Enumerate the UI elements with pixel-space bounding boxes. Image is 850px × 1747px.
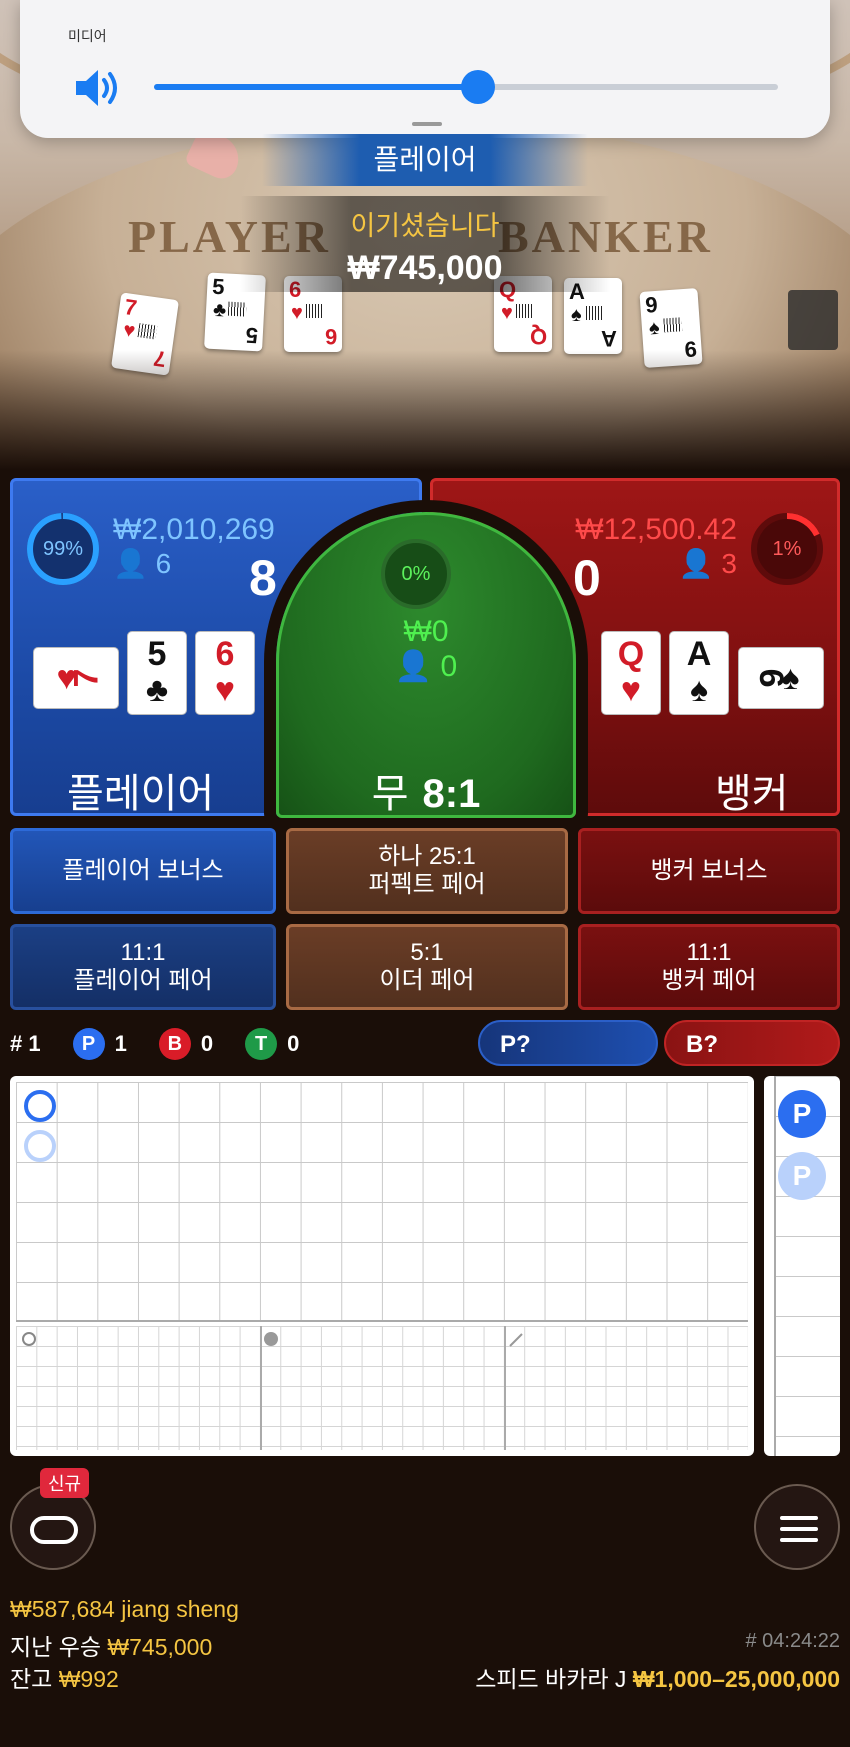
player-card: 5 ♣ [127,631,187,715]
volume-knob[interactable] [461,70,496,104]
round-count: # 1 [10,1031,41,1056]
shoe-stats: # 1 P1 B0 T0 [10,1024,331,1064]
person-icon: 👤 [394,650,433,683]
person-icon: 👤 [113,548,148,579]
volume-fill [154,84,479,90]
tie-percent: 0% [381,539,451,609]
volume-slider[interactable] [154,70,778,104]
player-bet-total: ₩2,010,269 [113,513,275,546]
either-pair-button[interactable]: 5:1 이더 페어 [286,924,568,1010]
banker-dot-icon: B [158,1028,191,1060]
player-pair-button[interactable]: 11:1 플레이어 페어 [10,924,276,1010]
new-badge: 신규 [40,1468,90,1498]
player-bonus-button[interactable]: 플레이어 보너스 [10,828,276,914]
banker-bonus-button[interactable]: 뱅커 보너스 [578,828,840,914]
menu-button[interactable] [754,1484,840,1570]
small-road-mark [264,1332,278,1346]
recent-winner: ₩587,684 jiang sheng [10,1596,239,1622]
banker-score: 0 [573,550,601,606]
win-text: 이기셨습니다 [350,211,500,241]
player-bettors: 👤 6 [113,548,172,579]
banker-pair-button[interactable]: 11:1 뱅커 페어 [578,924,840,1010]
banker-bet-label: 뱅커 [715,772,789,816]
win-amount: ₩745,000 [347,249,503,287]
side-road-predicted-chip: P [778,1152,826,1200]
card-shoe [788,290,838,350]
banker-bet-total: ₩12,500.42 [575,513,737,546]
scene-fade [0,350,850,470]
chip-icon [30,1516,78,1544]
perfect-pair-button[interactable]: 하나 25:1 퍼펙트 페어 [286,828,568,914]
banker-card: 9♠ [738,647,824,709]
tie-bettors: 👤 0 [394,650,458,683]
volume-panel: 미디어 [20,0,830,138]
player-dot-icon: P [72,1028,105,1060]
big-road-grid [16,1082,748,1322]
player-predict-button[interactable]: P? [478,1020,658,1066]
last-win: 지난 우승 ₩745,000 [10,1634,213,1660]
speaker-icon[interactable] [72,66,126,110]
panel-grabber[interactable] [412,122,442,126]
tie-dot-icon: T [245,1028,278,1060]
derived-road-grid [16,1326,748,1450]
side-road-player-chip: P [778,1090,826,1138]
win-banner: 이기셨습니다 ₩745,000 [240,196,610,292]
player-card: 6 ♥ [195,631,255,715]
bead-road[interactable] [10,1076,754,1456]
banker-card: A ♠ [669,631,729,715]
big-eye-mark [22,1332,36,1346]
tie-bet-spot[interactable]: 0% ₩0 👤 0 무 8:1 [276,512,576,818]
banker-predict-button[interactable]: B? [664,1020,840,1066]
table-info: 스피드 바카라 J ₩1,000–25,000,000 [475,1666,840,1692]
road-bead-predicted [24,1130,56,1162]
tie-stat: T0 [245,1028,299,1060]
player-bet-label: 플레이어 [67,772,215,816]
hamburger-icon [780,1516,818,1520]
volume-title: 미디어 [68,28,107,44]
player-card: ♥7 [33,647,119,709]
cockroach-mark [509,1333,523,1347]
tie-bet-total: ₩0 [403,615,449,648]
banker-wins-stat: B0 [158,1028,213,1060]
winner-label: 플레이어 [262,134,588,186]
session-clock: # 04:24:22 [745,1630,840,1652]
player-percent: 99% [42,538,84,560]
banker-card: Q ♥ [601,631,661,715]
road-bead-player [24,1090,56,1122]
banker-percent: 1% [772,538,802,560]
player-wins-stat: P1 [72,1028,127,1060]
side-road[interactable]: P P [764,1076,840,1456]
player-score: 8 [249,550,277,606]
banker-bettors: 👤 3 [678,548,737,579]
person-icon: 👤 [678,548,714,579]
tie-bet-label: 무 8:1 [371,772,481,816]
balance: 잔고 ₩992 [10,1666,119,1692]
